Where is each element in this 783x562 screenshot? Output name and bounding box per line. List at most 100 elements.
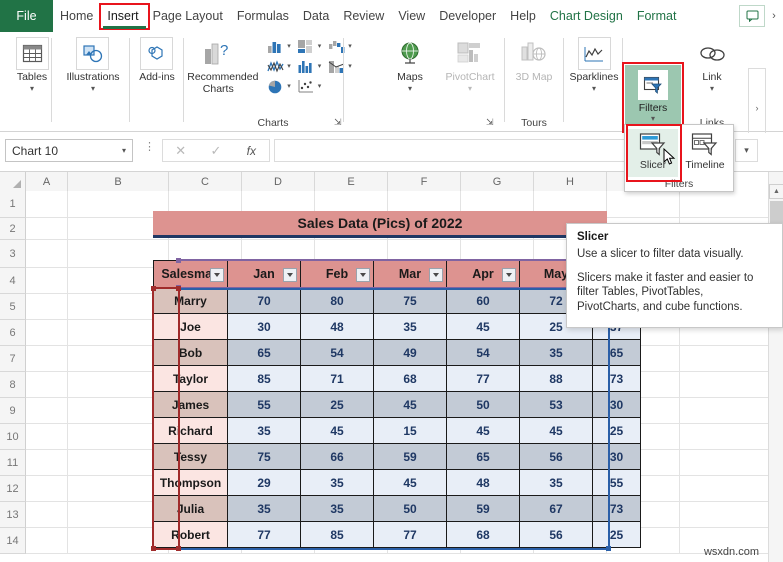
table-cell-value[interactable]: 71 <box>301 366 374 392</box>
name-box[interactable]: Chart 10 ▾ <box>5 139 133 162</box>
table-cell-salesman[interactable]: James <box>153 392 228 418</box>
table-cell-value[interactable]: 35 <box>520 470 593 496</box>
table-cell-value[interactable]: 56 <box>520 444 593 470</box>
table-cell-value[interactable]: 67 <box>520 496 593 522</box>
table-cell-value[interactable]: 75 <box>228 444 301 470</box>
table-cell-value[interactable]: 35 <box>301 470 374 496</box>
table-row[interactable]: Thompson 29 35 45 48 35 55 <box>153 470 641 496</box>
filter-dropdown-jan-icon[interactable] <box>283 268 297 282</box>
table-cell-salesman[interactable]: Bob <box>153 340 228 366</box>
table-cell-value[interactable]: 54 <box>301 340 374 366</box>
formula-bar-kebab-icon[interactable]: ⋮ <box>144 142 155 153</box>
timeline-menu-item[interactable]: Timeline <box>680 129 730 177</box>
column-chart-button[interactable]: ▾ <box>264 36 291 56</box>
grid-cell[interactable] <box>26 424 68 449</box>
row-header-10[interactable]: 10 <box>0 424 26 450</box>
line-chart-button[interactable]: ▾ <box>264 56 291 76</box>
filter-dropdown-salesman-icon[interactable] <box>210 268 224 282</box>
maps-button[interactable]: Maps ▾ <box>393 32 427 93</box>
table-cell-value[interactable]: 35 <box>228 496 301 522</box>
table-cell-value[interactable]: 68 <box>447 522 520 548</box>
table-cell-value[interactable]: 73 <box>593 366 641 392</box>
comments-button[interactable] <box>739 5 765 27</box>
row-header-3[interactable]: 3 <box>0 240 26 268</box>
row-header-1[interactable]: 1 <box>0 191 26 218</box>
cancel-formula-button[interactable]: ✕ <box>163 143 198 159</box>
table-cell-value[interactable]: 54 <box>447 340 520 366</box>
confirm-formula-button[interactable]: ✓ <box>198 143 233 159</box>
table-cell-value[interactable]: 66 <box>301 444 374 470</box>
combo-chart-button[interactable]: ▾ <box>325 56 352 76</box>
grid-cell[interactable] <box>607 191 680 217</box>
table-cell-value[interactable]: 70 <box>228 288 301 314</box>
table-cell-value[interactable]: 29 <box>228 470 301 496</box>
row-header-9[interactable]: 9 <box>0 398 26 424</box>
table-cell-salesman[interactable]: Richard <box>153 418 228 444</box>
table-cell-value[interactable]: 45 <box>301 418 374 444</box>
table-cell-salesman[interactable]: Joe <box>153 314 228 340</box>
row-header-6[interactable]: 6 <box>0 320 26 346</box>
table-cell-value[interactable]: 55 <box>228 392 301 418</box>
table-cell-value[interactable]: 59 <box>374 444 447 470</box>
tab-help[interactable]: Help <box>503 0 543 32</box>
table-cell-value[interactable]: 73 <box>593 496 641 522</box>
column-header-g[interactable]: G <box>461 172 534 191</box>
table-cell-value[interactable]: 48 <box>301 314 374 340</box>
table-row[interactable]: Tessy 75 66 59 65 56 30 <box>153 444 641 470</box>
grid-cell[interactable] <box>26 294 68 319</box>
table-cell-value[interactable]: 35 <box>228 418 301 444</box>
table-cell-value[interactable]: 53 <box>520 392 593 418</box>
table-cell-value[interactable]: 77 <box>228 522 301 548</box>
grid-cell[interactable] <box>26 240 68 267</box>
grid-cell[interactable] <box>26 476 68 501</box>
grid-cell[interactable] <box>26 268 68 293</box>
table-cell-value[interactable]: 49 <box>374 340 447 366</box>
column-header-a[interactable]: A <box>26 172 68 191</box>
grid-cell[interactable] <box>26 218 68 239</box>
maps-chevron-down-icon[interactable]: ▾ <box>408 84 412 93</box>
table-cell-value[interactable]: 30 <box>228 314 301 340</box>
pivotchart-dialog-launcher[interactable]: ⇲ <box>486 117 494 128</box>
illustrations-chevron-down-icon[interactable]: ▾ <box>91 84 95 93</box>
table-cell-value[interactable]: 45 <box>447 314 520 340</box>
row-header-13[interactable]: 13 <box>0 502 26 528</box>
table-cell-value[interactable]: 75 <box>374 288 447 314</box>
select-all-corner[interactable] <box>0 172 26 191</box>
table-cell-value[interactable]: 68 <box>374 366 447 392</box>
table-cell-value[interactable]: 48 <box>447 470 520 496</box>
table-cell-value[interactable]: 80 <box>301 288 374 314</box>
table-cell-value[interactable]: 50 <box>374 496 447 522</box>
table-cell-value[interactable]: 88 <box>520 366 593 392</box>
tab-file[interactable]: File <box>0 0 53 32</box>
filter-dropdown-apr-icon[interactable] <box>502 268 516 282</box>
grid-cell[interactable] <box>26 502 68 527</box>
filter-dropdown-mar-icon[interactable] <box>429 268 443 282</box>
tab-data[interactable]: Data <box>296 0 336 32</box>
table-cell-value[interactable]: 65 <box>228 340 301 366</box>
expand-formula-bar-button[interactable]: ▾ <box>735 139 758 162</box>
table-cell-value[interactable]: 65 <box>447 444 520 470</box>
column-header-f[interactable]: F <box>388 172 461 191</box>
table-cell-salesman[interactable]: Tessy <box>153 444 228 470</box>
addins-button[interactable]: Add-ins <box>139 32 175 84</box>
tab-formulas[interactable]: Formulas <box>230 0 296 32</box>
link-button[interactable]: Link ▾ <box>695 32 729 93</box>
table-cell-value[interactable]: 45 <box>447 418 520 444</box>
table-cell-salesman[interactable]: Taylor <box>153 366 228 392</box>
table-cell-value[interactable]: 60 <box>447 288 520 314</box>
row-header-4[interactable]: 4 <box>0 268 26 294</box>
table-row[interactable]: Julia 35 35 50 59 67 73 <box>153 496 641 522</box>
filter-dropdown-feb-icon[interactable] <box>356 268 370 282</box>
row-header-7[interactable]: 7 <box>0 346 26 372</box>
grid-cell[interactable] <box>26 191 68 217</box>
table-cell-value[interactable]: 45 <box>520 418 593 444</box>
column-header-e[interactable]: E <box>315 172 388 191</box>
table-cell-value[interactable]: 65 <box>593 340 641 366</box>
column-header-h[interactable]: H <box>534 172 607 191</box>
bar-chart-button[interactable]: ▾ <box>295 56 321 76</box>
table-cell-value[interactable]: 50 <box>447 392 520 418</box>
tables-chevron-down-icon[interactable]: ▾ <box>30 84 34 93</box>
table-cell-value[interactable]: 56 <box>520 522 593 548</box>
table-cell-value[interactable]: 35 <box>520 340 593 366</box>
column-header-d[interactable]: D <box>242 172 315 191</box>
